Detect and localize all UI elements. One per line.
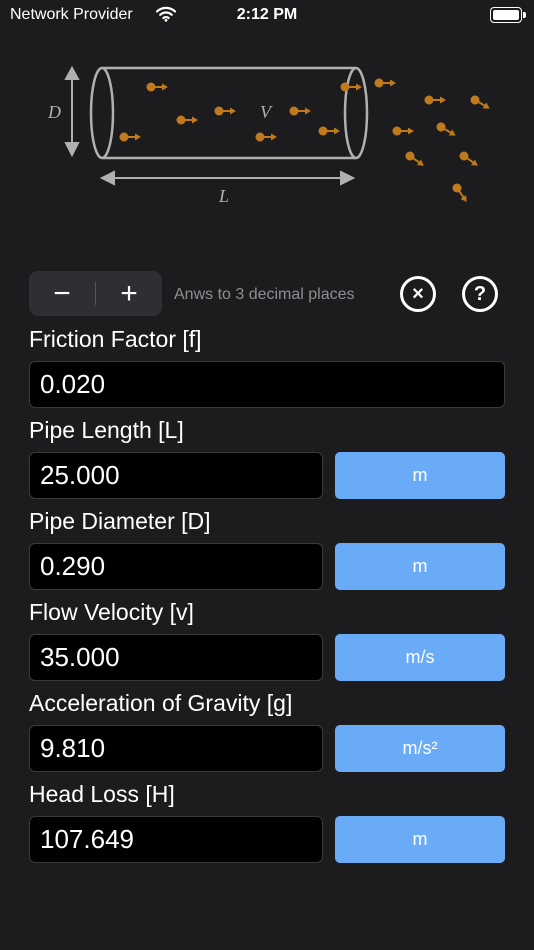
pipe-length-unit-button[interactable]: m bbox=[335, 452, 505, 499]
length-arrow bbox=[99, 170, 356, 186]
flow-particle bbox=[289, 106, 311, 116]
flow-velocity-input[interactable]: 35.000 bbox=[29, 634, 323, 681]
flow-particle bbox=[436, 122, 456, 136]
pipe-diameter-label: Pipe Diameter [D] bbox=[29, 508, 211, 534]
flow-particle bbox=[318, 126, 340, 136]
flow-particles bbox=[119, 78, 490, 202]
flow-particle bbox=[119, 132, 141, 142]
flow-particle bbox=[424, 95, 446, 105]
help-icon[interactable]: ? bbox=[462, 276, 498, 312]
friction-factor-input[interactable]: 0.020 bbox=[29, 361, 505, 408]
flow-particle bbox=[405, 151, 424, 166]
flow-particle bbox=[452, 183, 467, 202]
diameter-label: D bbox=[47, 102, 61, 122]
precision-stepper: − + bbox=[29, 271, 162, 316]
flow-particle bbox=[470, 95, 490, 109]
flow-particle bbox=[392, 126, 414, 136]
length-label: L bbox=[218, 186, 229, 206]
flow-particle bbox=[340, 82, 362, 92]
increase-precision-button[interactable]: + bbox=[96, 271, 162, 316]
flow-particle bbox=[146, 82, 168, 92]
gravity-input[interactable]: 9.810 bbox=[29, 725, 323, 772]
pipe-diagram: D V L bbox=[47, 65, 490, 206]
head-loss-output[interactable]: 107.649 bbox=[29, 816, 323, 863]
flow-particle bbox=[374, 78, 396, 88]
clear-icon[interactable]: × bbox=[400, 276, 436, 312]
pipe-length-label: Pipe Length [L] bbox=[29, 417, 184, 443]
clock: 2:12 PM bbox=[236, 6, 298, 23]
gravity-label: Acceleration of Gravity [g] bbox=[29, 690, 293, 716]
flow-particle bbox=[214, 106, 236, 116]
status-bar: Network Provider 2:12 PM bbox=[0, 0, 534, 32]
friction-factor-label: Friction Factor [f] bbox=[29, 326, 202, 352]
decrease-precision-button[interactable]: − bbox=[29, 271, 95, 316]
flow-particle bbox=[255, 132, 277, 142]
pipe-icon bbox=[89, 66, 369, 160]
pipe-diameter-unit-button[interactable]: m bbox=[335, 543, 505, 590]
flow-velocity-label: Flow Velocity [v] bbox=[29, 599, 194, 625]
velocity-label: V bbox=[260, 102, 273, 122]
pipe-diameter-input[interactable]: 0.290 bbox=[29, 543, 323, 590]
precision-hint: Anws to 3 decimal places bbox=[174, 286, 355, 303]
gravity-unit-button[interactable]: m/s² bbox=[335, 725, 505, 772]
flow-velocity-unit-button[interactable]: m/s bbox=[335, 634, 505, 681]
diameter-arrow bbox=[64, 65, 80, 158]
battery-icon bbox=[490, 7, 526, 23]
flow-particle bbox=[176, 115, 198, 125]
pipe-length-input[interactable]: 25.000 bbox=[29, 452, 323, 499]
head-loss-label: Head Loss [H] bbox=[29, 781, 175, 807]
flow-particle bbox=[459, 151, 478, 166]
head-loss-unit-button[interactable]: m bbox=[335, 816, 505, 863]
